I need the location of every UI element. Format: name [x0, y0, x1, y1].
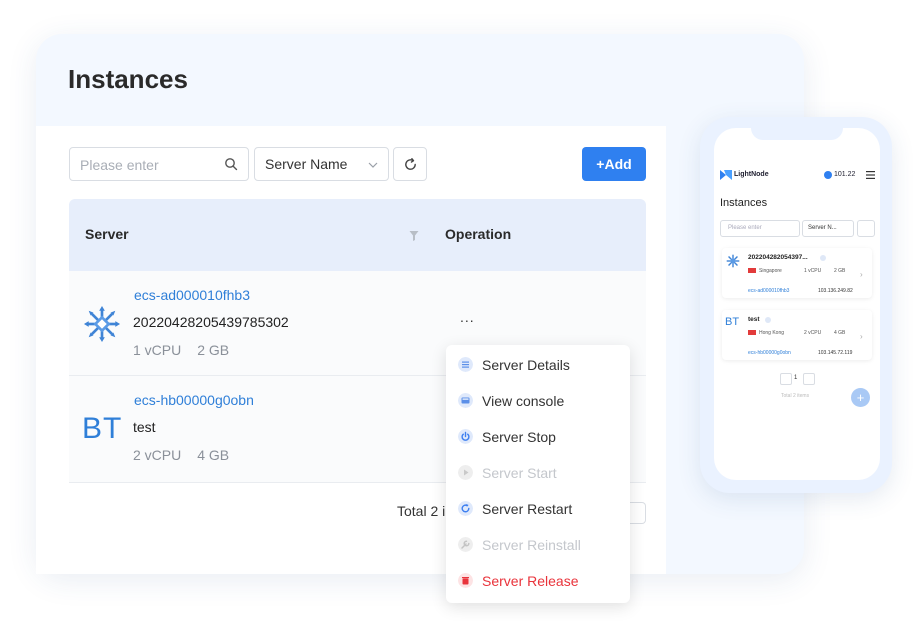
mobile-add-button[interactable]: + [851, 388, 870, 407]
menu-item-server-release[interactable]: Server Release [446, 562, 630, 598]
filter-icon[interactable] [409, 230, 419, 242]
chevron-right-icon: › [860, 270, 863, 279]
menu-label: Server Details [482, 357, 570, 373]
menu-label: View console [482, 393, 565, 409]
mobile-server-location: Hong Kong [759, 330, 785, 336]
menu-item-server-stop[interactable]: Server Stop [446, 418, 630, 454]
snowflake-logo-icon [83, 305, 121, 343]
refresh-icon [405, 157, 416, 170]
menu-label: Server Stop [482, 429, 556, 445]
server-cpu: 2 vCPU [133, 447, 182, 463]
mobile-total: Total 2 items [781, 393, 810, 399]
server-spec: 1 vCPU 2 GB [133, 342, 229, 358]
mobile-server-name: 202204282054397... [748, 254, 808, 261]
column-header-server: Server [85, 226, 129, 242]
phone-screen [714, 128, 880, 480]
menu-item-server-reinstall[interactable]: Server Reinstall [446, 526, 630, 562]
mobile-search-input[interactable]: Please enter [720, 220, 800, 237]
status-icon [765, 317, 771, 323]
status-icon [820, 255, 826, 261]
mobile-server-id: ecs-hb00000g0obn [748, 350, 791, 356]
search-input[interactable] [80, 155, 220, 175]
mobile-prev-page-button[interactable] [780, 373, 792, 385]
wrench-icon [458, 537, 473, 552]
mobile-refresh-button[interactable] [857, 220, 875, 237]
mobile-brand: LightNode [734, 171, 769, 178]
bt-logo: BT [82, 412, 123, 445]
mobile-balance: 101.22 [834, 171, 856, 178]
mobile-server-card[interactable]: BT test Hong Kong 2 vCPU 4 GB ecs-hb0000… [722, 310, 872, 360]
bt-logo: BT [725, 316, 740, 328]
menu-label: Server Release [482, 573, 579, 589]
flag-icon [748, 268, 756, 273]
stage: Instances Server Name +Add Server Operat… [0, 0, 920, 639]
filter-field-select[interactable]: Server Name [254, 147, 389, 181]
mobile-server-id: ecs-ad000010fhb3 [748, 288, 790, 294]
server-memory: 2 GB [197, 342, 230, 358]
play-icon [458, 465, 473, 480]
mobile-search-placeholder: Please enter [728, 225, 762, 231]
mobile-page-number[interactable]: 1 [794, 375, 797, 381]
restart-icon [458, 501, 473, 516]
column-header-operation: Operation [445, 226, 512, 242]
list-icon [458, 357, 473, 372]
mobile-page-title: Instances [720, 197, 768, 209]
filter-field-value: Server Name [265, 156, 348, 172]
more-actions-button[interactable]: ... [460, 309, 488, 329]
mobile-server-memory: 4 GB [834, 330, 846, 336]
page-size-select[interactable] [628, 502, 646, 524]
add-button[interactable]: +Add [582, 147, 646, 181]
menu-label: Server Restart [482, 501, 573, 517]
mobile-filter-value: Server N... [808, 225, 837, 231]
search-icon [225, 158, 238, 171]
server-spec: 2 vCPU 4 GB [133, 447, 229, 463]
mobile-server-location: Singapore [759, 268, 782, 274]
pagination-total: Total 2 i [397, 503, 446, 519]
menu-item-view-console[interactable]: View console [446, 382, 630, 418]
mobile-server-name: test [748, 316, 760, 323]
server-name: test [133, 419, 156, 435]
operation-menu: Server Details View console Server Stop [446, 345, 630, 603]
refresh-button[interactable] [393, 147, 427, 181]
mobile-server-cpu: 1 vCPU [804, 268, 822, 274]
power-icon [458, 429, 473, 444]
menu-label: Server Start [482, 465, 557, 481]
menu-item-server-start[interactable]: Server Start [446, 454, 630, 490]
hamburger-menu-icon[interactable] [866, 171, 875, 179]
trash-icon [458, 573, 473, 588]
balance-icon [824, 171, 832, 179]
mobile-server-cpu: 2 vCPU [804, 330, 822, 336]
server-cpu: 1 vCPU [133, 342, 182, 358]
menu-item-server-details[interactable]: Server Details [446, 346, 630, 382]
snowflake-logo-icon [726, 254, 740, 268]
mobile-next-page-button[interactable] [803, 373, 815, 385]
chevron-right-icon: › [860, 332, 863, 341]
mobile-server-card[interactable]: 202204282054397... Singapore 1 vCPU 2 GB… [722, 248, 872, 298]
search-box[interactable] [69, 147, 249, 181]
server-id-link[interactable]: ecs-ad000010fhb3 [134, 287, 250, 303]
chevron-down-icon [368, 162, 378, 168]
server-memory: 4 GB [197, 447, 230, 463]
server-name: 20220428205439785302 [133, 314, 289, 330]
mobile-filter-select[interactable]: Server N... [802, 220, 854, 237]
lightnode-logo-icon [720, 170, 732, 180]
console-icon [458, 393, 473, 408]
phone-notch [751, 124, 843, 140]
table-header: Server Operation [69, 199, 646, 271]
mobile-server-memory: 2 GB [834, 268, 846, 274]
flag-icon [748, 330, 756, 335]
menu-item-server-restart[interactable]: Server Restart [446, 490, 630, 526]
server-id-link[interactable]: ecs-hb00000g0obn [134, 392, 254, 408]
mobile-server-ip: 103.136.249.82 [818, 288, 853, 294]
mobile-server-ip: 103.145.72.119 [818, 350, 853, 356]
menu-label: Server Reinstall [482, 537, 581, 553]
page-title: Instances [68, 64, 188, 94]
